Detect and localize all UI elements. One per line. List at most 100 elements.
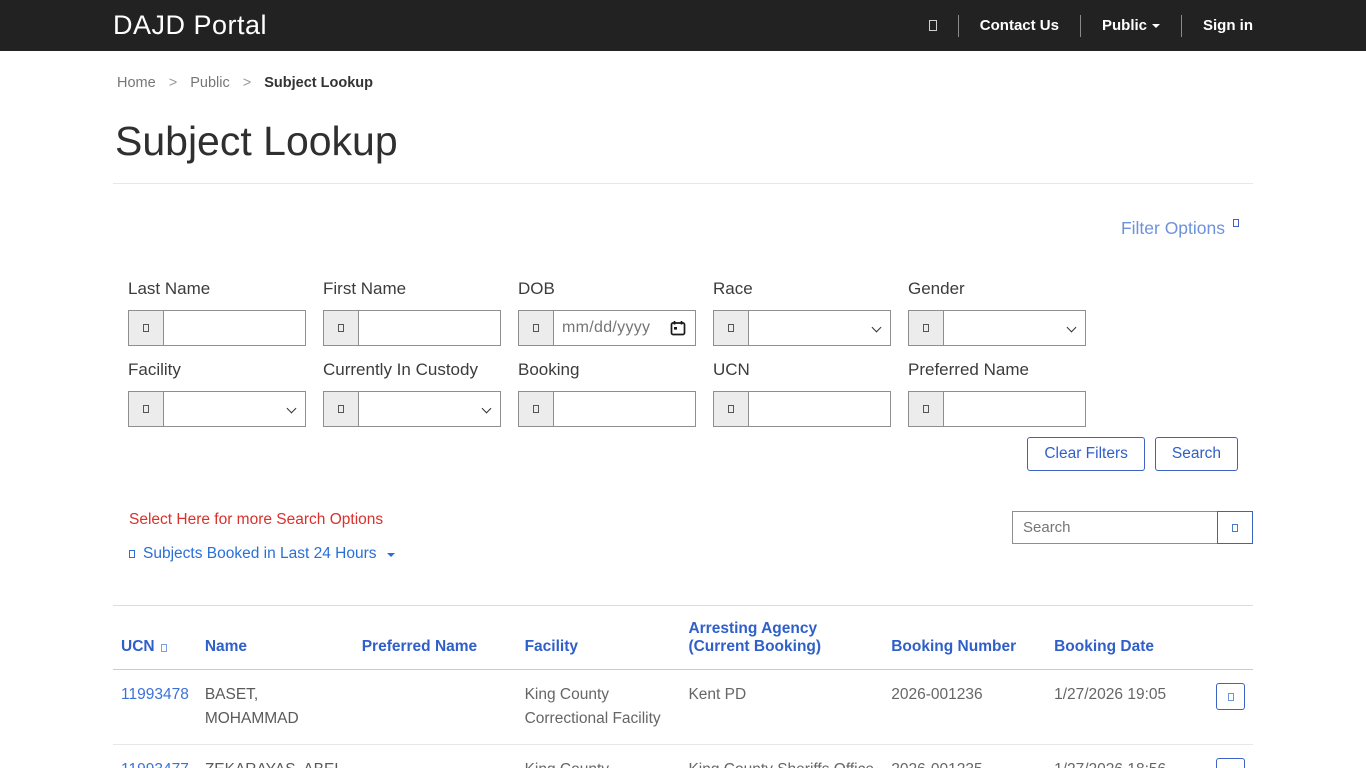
cell-name: BASET, MOHAMMAD xyxy=(196,669,354,746)
ucn-label: UCN xyxy=(713,360,750,379)
first-name-input[interactable] xyxy=(358,310,501,346)
addon-glyph-icon xyxy=(908,310,943,346)
field-dob: DOB mm/dd/yyyy xyxy=(518,279,696,346)
cell-booking-date: 1/27/2026 18:56 xyxy=(1046,744,1203,768)
cell-booking-date: 1/27/2026 19:05 xyxy=(1046,669,1203,746)
preferred-name-label: Preferred Name xyxy=(908,360,1029,379)
field-preferred-name: Preferred Name xyxy=(908,360,1086,427)
col-actions xyxy=(1202,605,1253,670)
cell-booking-number: 2026-001236 xyxy=(883,669,1047,746)
calendar-icon[interactable] xyxy=(670,320,686,340)
chevron-down-icon xyxy=(1152,24,1160,29)
field-gender: Gender xyxy=(908,279,1086,346)
table-search-input[interactable] xyxy=(1012,511,1217,544)
booking-input[interactable] xyxy=(553,391,696,427)
title-divider xyxy=(113,183,1253,184)
detail-glyph-icon xyxy=(1227,692,1234,701)
booking-label: Booking xyxy=(518,360,580,379)
addon-glyph-icon xyxy=(713,391,748,427)
row-detail-button[interactable] xyxy=(1216,758,1245,768)
nav-divider xyxy=(1079,14,1081,37)
cell-facility: King County Correctional Facility xyxy=(516,669,681,746)
first-name-label: First Name xyxy=(323,279,407,298)
dob-label: DOB xyxy=(518,279,555,298)
addon-glyph-icon xyxy=(518,310,553,346)
col-booking-number[interactable]: Booking Number xyxy=(883,605,1047,670)
nav-public-dropdown[interactable]: Public xyxy=(1102,17,1160,34)
col-facility[interactable]: Facility xyxy=(516,605,681,670)
col-arresting-agency[interactable]: Arresting Agency (Current Booking) xyxy=(680,605,884,670)
col-name[interactable]: Name xyxy=(196,605,354,670)
chevron-down-icon xyxy=(386,553,395,557)
field-facility: Facility xyxy=(128,360,306,427)
breadcrumb-home[interactable]: Home xyxy=(117,75,156,91)
breadcrumb-separator: > xyxy=(168,75,178,91)
search-glyph-icon xyxy=(1232,523,1238,532)
addon-glyph-icon xyxy=(323,391,358,427)
booked-last-24-hours-dropdown[interactable]: Subjects Booked in Last 24 Hours xyxy=(129,545,395,563)
breadcrumb: Home > Public > Subject Lookup xyxy=(113,51,1253,91)
table-search-button[interactable] xyxy=(1217,511,1253,544)
chevron-down-icon xyxy=(286,403,297,414)
ucn-link[interactable]: 11993478 xyxy=(121,686,189,703)
chevron-down-icon xyxy=(481,403,492,414)
nav-divider xyxy=(1181,14,1182,37)
addon-glyph-icon xyxy=(128,391,163,427)
cell-facility: King County Correctional Facility xyxy=(516,744,681,768)
search-button[interactable]: Search xyxy=(1154,437,1238,471)
nav-sign-in[interactable]: Sign in xyxy=(1203,17,1253,34)
race-label: Race xyxy=(713,279,753,298)
row-detail-button[interactable] xyxy=(1216,683,1245,710)
col-preferred-name[interactable]: Preferred Name xyxy=(353,605,517,670)
addon-glyph-icon xyxy=(713,310,748,346)
cell-arresting-agency: King County Sheriffs Office xyxy=(680,744,884,768)
field-currently-in-custody: Currently In Custody xyxy=(323,360,501,427)
clear-filters-button[interactable]: Clear Filters xyxy=(1027,437,1145,471)
field-first-name: First Name xyxy=(323,279,501,346)
col-ucn[interactable]: UCN xyxy=(113,605,197,670)
col-booking-date[interactable]: Booking Date xyxy=(1046,605,1203,670)
cell-name: ZEKARAYAS, ABEL TEKLE xyxy=(196,744,354,768)
results-table: UCN Name Preferred Name Facility Arresti… xyxy=(113,605,1253,768)
cell-preferred-name xyxy=(353,744,517,768)
field-race: Race xyxy=(713,279,891,346)
ucn-link[interactable]: 11993477 xyxy=(121,761,189,768)
chevron-down-icon xyxy=(1066,322,1077,333)
last-name-label: Last Name xyxy=(128,279,211,298)
brand-logo[interactable]: DAJD Portal xyxy=(113,10,267,41)
facility-label: Facility xyxy=(128,360,181,379)
breadcrumb-separator: > xyxy=(242,75,252,91)
race-select[interactable] xyxy=(748,310,891,346)
sort-icon[interactable] xyxy=(160,644,167,652)
addon-glyph-icon xyxy=(323,310,358,346)
top-navbar: DAJD Portal Contact Us Public Sign in xyxy=(0,0,1366,51)
field-booking: Booking xyxy=(518,360,696,427)
cell-preferred-name xyxy=(353,669,517,746)
field-ucn: UCN xyxy=(713,360,891,427)
more-search-options-link[interactable]: Select Here for more Search Options xyxy=(129,511,395,529)
custody-label: Currently In Custody xyxy=(323,360,478,379)
table-row: 11993478 BASET, MOHAMMAD King County Cor… xyxy=(113,669,1253,746)
external-glyph-icon xyxy=(1233,219,1239,227)
custody-select[interactable] xyxy=(358,391,501,427)
last-name-input[interactable] xyxy=(163,310,306,346)
addon-glyph-icon xyxy=(908,391,943,427)
breadcrumb-current: Subject Lookup xyxy=(264,75,373,91)
filter-options-link[interactable]: Filter Options xyxy=(1121,218,1239,239)
nav-contact-us[interactable]: Contact Us xyxy=(980,17,1059,34)
facility-select[interactable] xyxy=(163,391,306,427)
list-glyph-icon xyxy=(129,550,135,558)
breadcrumb-public[interactable]: Public xyxy=(190,75,230,91)
navbar-glyph-icon[interactable] xyxy=(928,20,937,31)
chevron-down-icon xyxy=(871,322,882,333)
gender-select[interactable] xyxy=(943,310,1086,346)
ucn-input[interactable] xyxy=(748,391,891,427)
field-last-name: Last Name xyxy=(128,279,306,346)
nav-divider xyxy=(957,14,959,37)
addon-glyph-icon xyxy=(128,310,163,346)
preferred-name-input[interactable] xyxy=(943,391,1086,427)
table-row: 11993477 ZEKARAYAS, ABEL TEKLE King Coun… xyxy=(113,744,1253,768)
table-header-row: UCN Name Preferred Name Facility Arresti… xyxy=(113,605,1253,670)
dob-date-input[interactable]: mm/dd/yyyy xyxy=(553,310,696,346)
gender-label: Gender xyxy=(908,279,965,298)
